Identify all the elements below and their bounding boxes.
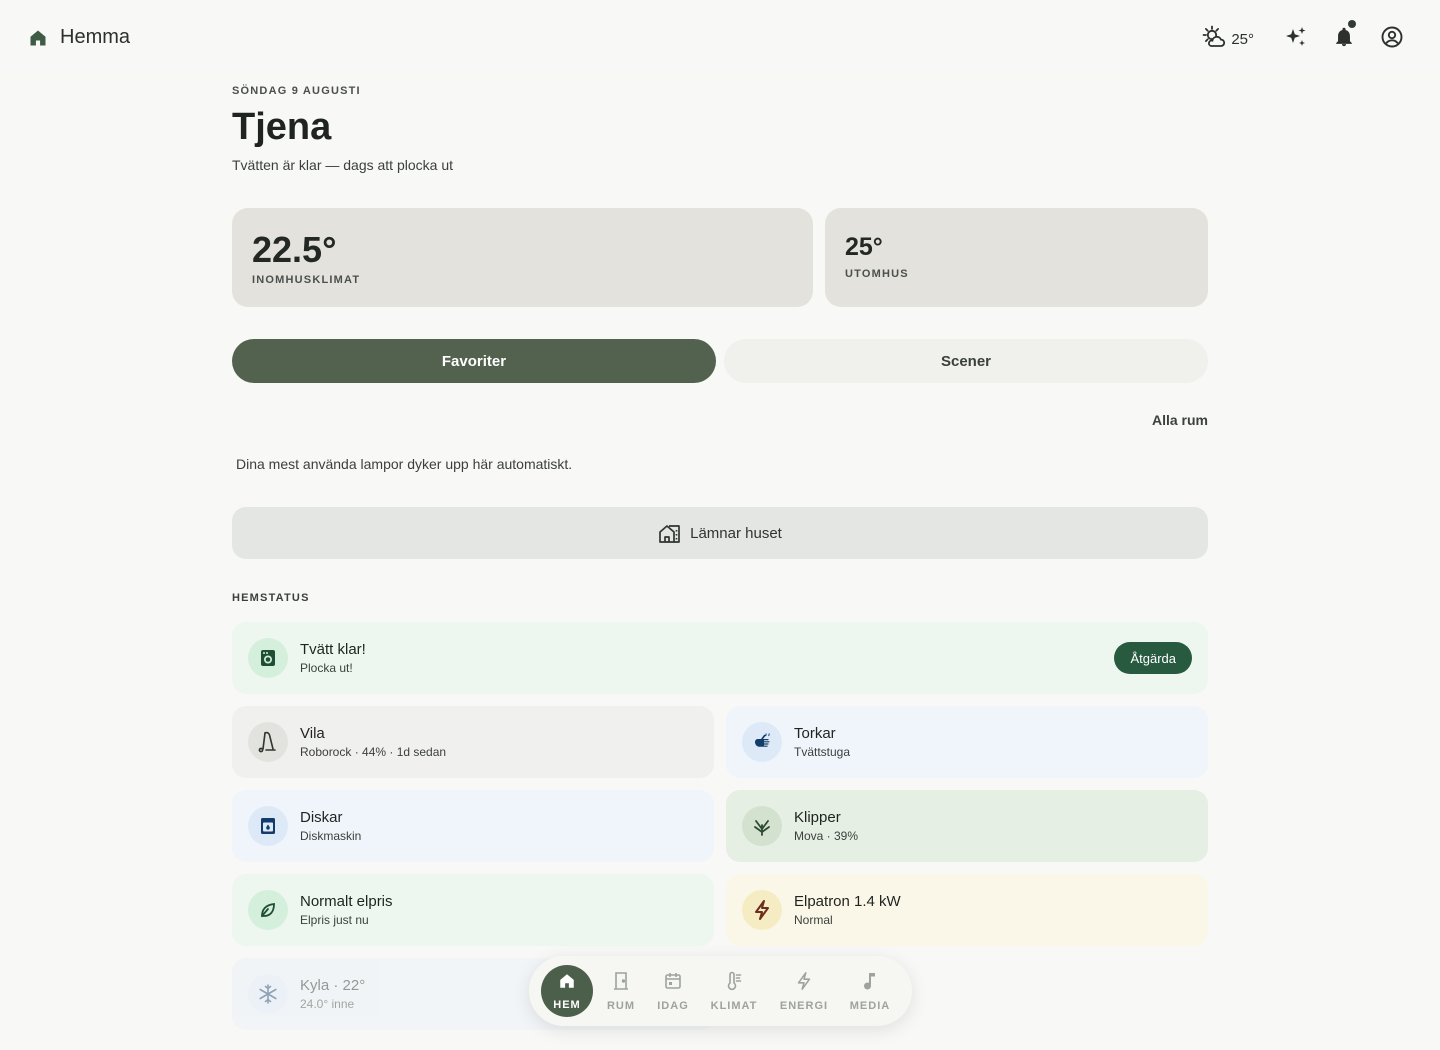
lawn-mower-icon [742, 806, 782, 846]
tab-scenes[interactable]: Scener [724, 339, 1208, 383]
status-card-dryer[interactable]: Torkar Tvättstuga [726, 706, 1208, 778]
status-title: Tvätt klar! [300, 641, 366, 658]
nav-label: MEDIA [849, 999, 891, 1012]
nav-label: IDAG [657, 999, 689, 1012]
date-label: SÖNDAG 9 AUGUSTI [232, 85, 361, 97]
nav-item-media[interactable]: MEDIA [842, 956, 898, 1026]
weather-button[interactable]: 25° [1201, 24, 1254, 55]
robot-vacuum-icon [248, 722, 288, 762]
outdoor-climate-label: UTOMHUS [845, 268, 909, 280]
washing-machine-icon [248, 638, 288, 678]
nav-item-home[interactable]: HEM [541, 965, 593, 1017]
nav-item-energy[interactable]: ENERGI [776, 956, 832, 1026]
status-title: Diskar [300, 809, 343, 826]
partly-sunny-icon [1201, 24, 1227, 55]
status-title: Torkar [794, 725, 836, 742]
indoor-climate-card[interactable]: 22.5° INOMHUSKLIMAT [232, 208, 813, 307]
door-icon [611, 971, 631, 996]
status-card-mower[interactable]: Klipper Mova · 39% [726, 790, 1208, 862]
greeting-title: Tjena [232, 106, 332, 148]
bell-icon [1333, 26, 1355, 53]
status-title: Elpatron 1.4 kW [794, 893, 901, 910]
sparkle-icon [1284, 25, 1308, 54]
status-card-vacuum[interactable]: Vila Roborock · 44% · 1d sedan [232, 706, 714, 778]
favorites-empty-text: Dina mest använda lampor dyker upp här a… [236, 456, 573, 472]
status-subtitle: Roborock · 44% · 1d sedan [300, 745, 447, 759]
outdoor-climate-card[interactable]: 25° UTOMHUS [825, 208, 1208, 307]
home-status-heading: HEMSTATUS [232, 592, 310, 604]
status-subtitle: Diskmaskin [300, 829, 362, 843]
calendar-icon [663, 971, 683, 996]
nav-item-climate[interactable]: KLIMAT [706, 956, 762, 1026]
home-icon [28, 28, 48, 48]
outdoor-temperature: 25° [845, 233, 883, 261]
nav-label: KLIMAT [710, 999, 758, 1012]
home-icon [558, 972, 576, 995]
status-subtitle: 24.0° inne [300, 997, 355, 1011]
tab-favorites[interactable]: Favoriter [232, 339, 716, 383]
leaving-home-scene-button[interactable]: Lämnar huset [232, 507, 1208, 559]
indoor-temperature: 22.5° [252, 229, 337, 270]
status-title: Normalt elpris [300, 893, 393, 910]
leaving-home-label: Lämnar huset [690, 524, 782, 542]
notification-badge [1348, 19, 1356, 28]
status-subtitle: Plocka ut! [300, 661, 353, 675]
tumble-dryer-icon [742, 722, 782, 762]
status-subtitle: Tvättstuga [794, 745, 851, 759]
status-title: Klipper [794, 809, 841, 826]
account-button[interactable] [1368, 26, 1416, 54]
indoor-climate-label: INOMHUSKLIMAT [252, 274, 361, 286]
app-title: Hemma [60, 26, 131, 48]
status-subtitle: Mova · 39% [794, 829, 859, 843]
status-title: Vila [300, 725, 325, 742]
dishwasher-icon [248, 806, 288, 846]
lightning-icon [794, 971, 814, 996]
music-note-icon [860, 971, 880, 996]
nav-label: ENERGI [779, 999, 829, 1012]
assistant-button[interactable] [1272, 26, 1320, 54]
weather-temp: 25° [1231, 31, 1254, 48]
status-subtitle: Normal [794, 913, 833, 927]
status-card-laundry[interactable]: Tvätt klar! Plocka ut! Åtgärda [232, 622, 1208, 694]
status-card-electricity-price[interactable]: Normalt elpris Elpris just nu [232, 874, 714, 946]
nav-label: HEM [553, 998, 581, 1011]
nav-label: RUM [606, 999, 636, 1012]
account-circle-icon [1380, 25, 1404, 54]
favorites-scenes-tabs: Favoriter Scener [232, 339, 1208, 383]
all-rooms-link[interactable]: Alla rum [1152, 412, 1208, 428]
notifications-button[interactable] [1320, 19, 1368, 54]
nav-item-today[interactable]: IDAG [645, 956, 701, 1026]
top-actions: 25° [1201, 19, 1416, 55]
brand[interactable]: Hemma [28, 26, 130, 49]
resolve-button[interactable]: Åtgärda [1114, 642, 1192, 674]
leaf-icon [248, 890, 288, 930]
greeting-subline: Tvätten är klar — dags att plocka ut [232, 157, 453, 173]
status-subtitle: Elpris just nu [300, 913, 369, 927]
house-leave-icon [658, 522, 682, 544]
status-title: Kyla · 22° [300, 977, 366, 994]
nav-item-rooms[interactable]: RUM [593, 956, 649, 1026]
status-card-dishwasher[interactable]: Diskar Diskmaskin [232, 790, 714, 862]
bottom-navigation: HEM RUM IDAG KLIMAT ENERGI MEDIA [529, 956, 912, 1026]
top-bar: Hemma 25° [0, 0, 1440, 82]
lightning-icon [742, 890, 782, 930]
status-card-immersion-heater[interactable]: Elpatron 1.4 kW Normal [726, 874, 1208, 946]
thermometer-icon [724, 971, 744, 996]
snowflake-icon [248, 974, 288, 1014]
